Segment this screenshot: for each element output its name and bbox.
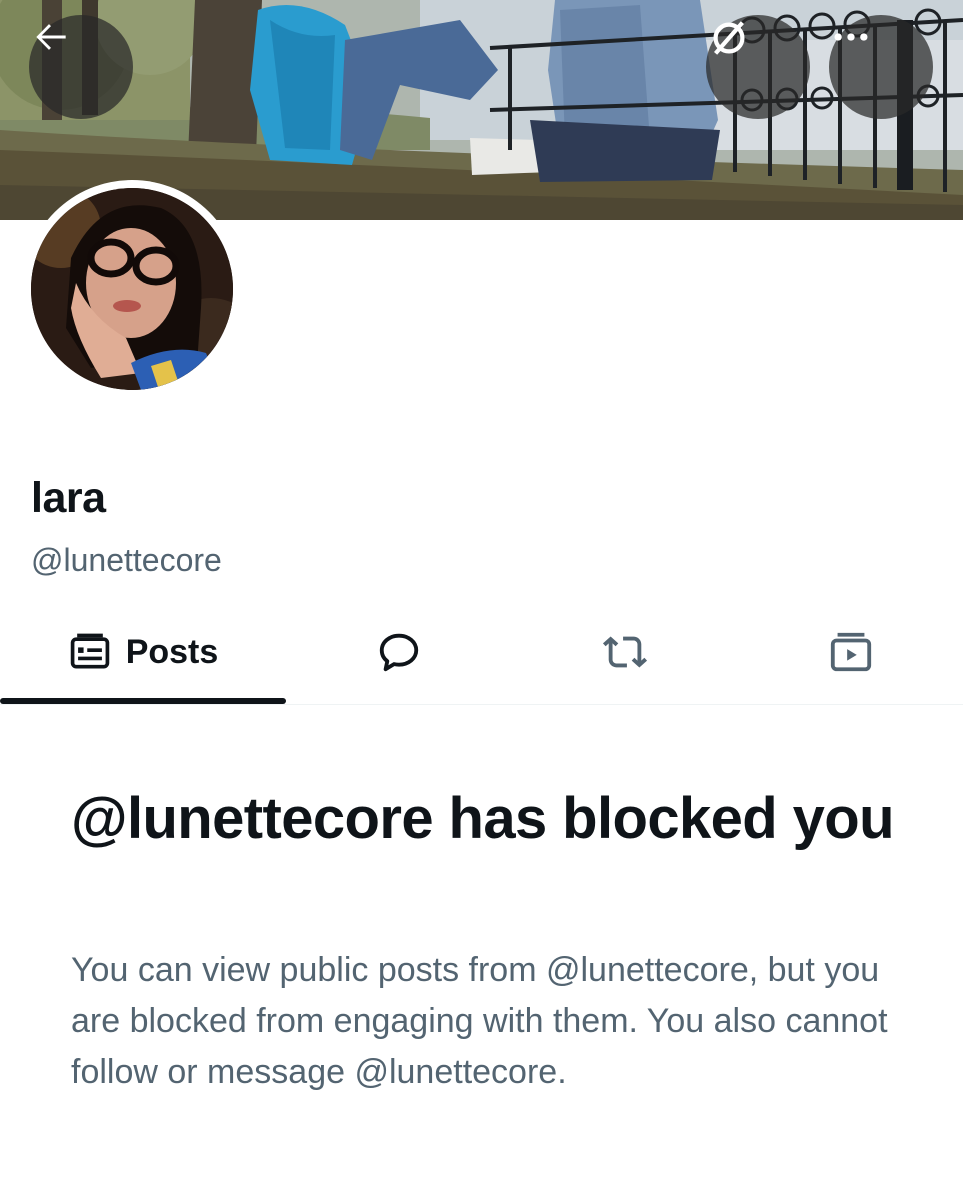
reply-icon — [379, 633, 419, 671]
repost-icon — [602, 635, 648, 668]
blocked-title: @lunettecore has blocked you — [71, 786, 895, 851]
media-icon — [830, 632, 871, 671]
tab-media[interactable] — [738, 600, 963, 703]
back-button[interactable] — [29, 15, 133, 119]
avatar-frame — [23, 180, 241, 398]
posts-icon — [70, 633, 109, 668]
active-tab-indicator — [0, 698, 286, 704]
blocked-description: You can view public posts from @lunettec… — [71, 951, 888, 1091]
more-horizontal-icon — [834, 33, 868, 41]
display-name: lara — [31, 474, 106, 522]
grok-button[interactable] — [706, 15, 810, 119]
tab-posts[interactable]: Posts — [0, 600, 286, 703]
more-button[interactable] — [829, 15, 933, 119]
tab-posts-label: Posts — [125, 632, 219, 671]
profile-tabs: Posts — [0, 600, 963, 705]
arrow-left-icon — [36, 24, 66, 50]
tab-reposts[interactable] — [512, 600, 738, 703]
profile-handle: @lunettecore — [31, 542, 222, 578]
avatar[interactable] — [31, 188, 233, 390]
grok-icon — [713, 21, 745, 55]
avatar-photo — [31, 188, 233, 390]
tab-replies[interactable] — [286, 600, 512, 703]
